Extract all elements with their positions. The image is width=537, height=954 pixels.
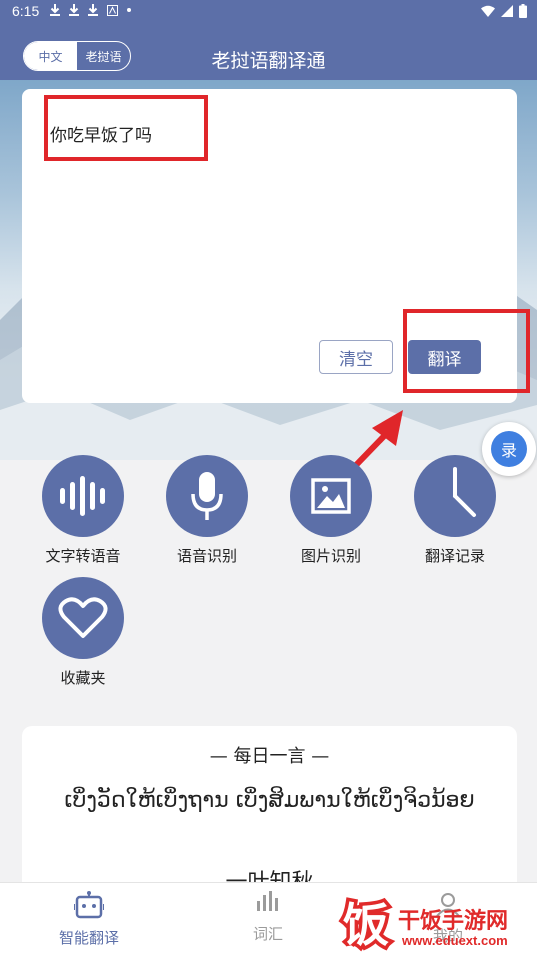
download-icon [50, 4, 60, 16]
clock-icon [414, 455, 496, 537]
feature-label: 收藏夹 [60, 669, 106, 687]
download-icon [88, 4, 98, 16]
dot-icon [127, 8, 131, 12]
soundwave-icon [42, 455, 124, 537]
daily-quote-card: — 每日一言 — ເບິ່ງວັດໃຫ້ເບິ່ງຖານ ເບິ່ງສິມພານ… [22, 726, 517, 896]
robot-icon [73, 891, 105, 919]
nav-vocabulary[interactable]: 词汇 [208, 891, 328, 944]
watermark-logo: 饭 [340, 895, 393, 954]
feature-label: 语音识别 [176, 547, 237, 565]
wifi-icon [481, 5, 495, 17]
feature-favorites[interactable]: 收藏夹 [28, 577, 138, 688]
site-watermark: 饭 干饭手游网 www.eduext.com [336, 893, 536, 954]
watermark-url: www.eduext.com [402, 933, 508, 948]
nav-smart-translate[interactable]: 智能翻译 [29, 891, 149, 948]
feature-voice-recognition[interactable]: 语音识别 [152, 455, 262, 566]
highlight-box-translate [403, 309, 530, 393]
notification-icons [50, 4, 131, 16]
battery-icon [519, 4, 527, 18]
feature-label: 文字转语音 [45, 547, 121, 565]
nav-label: 智能翻译 [58, 929, 119, 947]
status-time: 6:15 [12, 3, 40, 19]
feature-label: 图片识别 [300, 547, 361, 565]
microphone-icon [166, 455, 248, 537]
signal-icon [501, 5, 513, 17]
watermark-logo-glyph: 饭 [343, 898, 389, 952]
download-icon [69, 4, 79, 16]
feature-translation-history[interactable]: 翻译记录 [400, 455, 510, 566]
app-notification-icon [107, 4, 118, 16]
daily-quote-lao: ເບິ່ງວັດໃຫ້ເບິ່ງຖານ ເບິ່ງສິມພານໃຫ້ເບິ່ງຈ… [64, 788, 475, 813]
daily-quote-heading: — 每日一言 — [209, 746, 330, 767]
highlight-box-input [44, 95, 208, 161]
feature-text-to-speech[interactable]: 文字转语音 [28, 455, 138, 566]
system-icons [481, 4, 527, 18]
status-bar: 6:15 [0, 0, 537, 24]
page-title: 老挝语翻译通 [211, 50, 326, 72]
nav-label: 词汇 [252, 925, 283, 943]
clear-button[interactable]: 清空 [319, 340, 393, 374]
feature-label: 翻译记录 [424, 547, 485, 565]
image-icon [290, 455, 372, 537]
watermark-title: 干饭手游网 [398, 909, 509, 934]
app-header: 中文 老挝语 老挝语翻译通 [0, 24, 537, 80]
bars-icon [257, 891, 278, 911]
heart-icon [42, 577, 124, 659]
feature-image-recognition[interactable]: 图片识别 [276, 455, 386, 566]
